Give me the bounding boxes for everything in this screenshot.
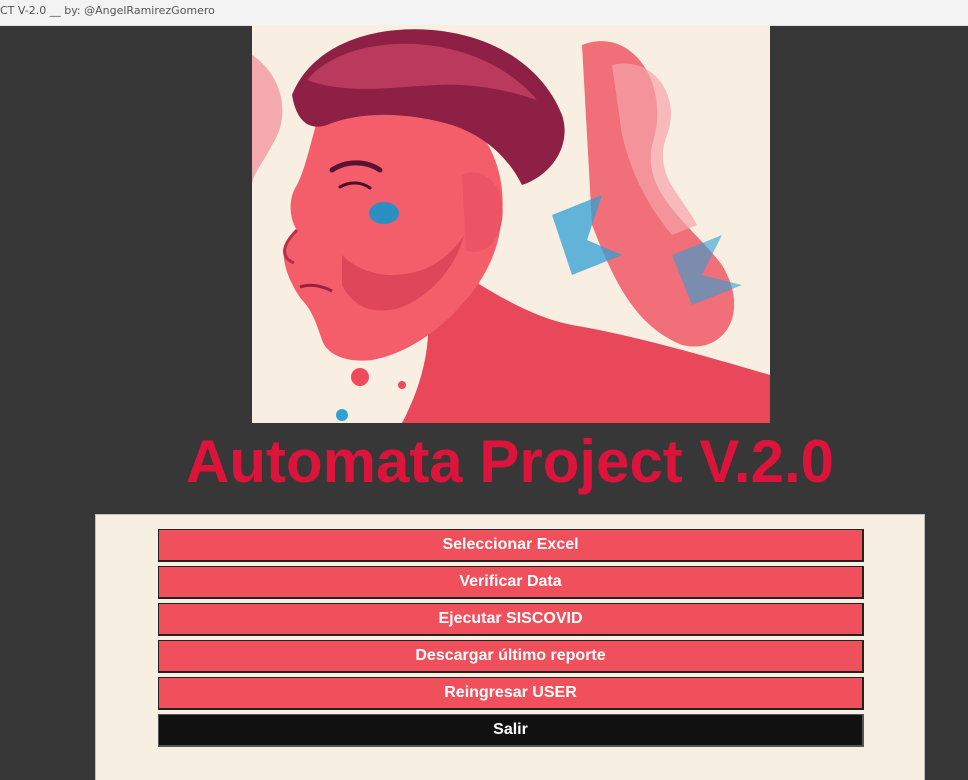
- select-excel-button[interactable]: Seleccionar Excel: [158, 529, 864, 562]
- run-siscovid-button[interactable]: Ejecutar SISCOVID: [158, 603, 864, 636]
- menu-panel: Seleccionar Excel Verificar Data Ejecuta…: [95, 514, 925, 780]
- download-last-report-button[interactable]: Descargar último reporte: [158, 640, 864, 673]
- app-title: Automata Project V.2.0: [185, 428, 835, 495]
- verify-data-button[interactable]: Verificar Data: [158, 566, 864, 599]
- window-titlebar[interactable]: CT V-2.0 __ by: @AngelRamirezGomero: [0, 0, 968, 26]
- exit-button[interactable]: Salir: [158, 714, 864, 747]
- reenter-user-button[interactable]: Reingresar USER: [158, 677, 864, 710]
- hero-portrait-image: [252, 25, 770, 423]
- window-title: CT V-2.0 __ by: @AngelRamirezGomero: [0, 4, 215, 17]
